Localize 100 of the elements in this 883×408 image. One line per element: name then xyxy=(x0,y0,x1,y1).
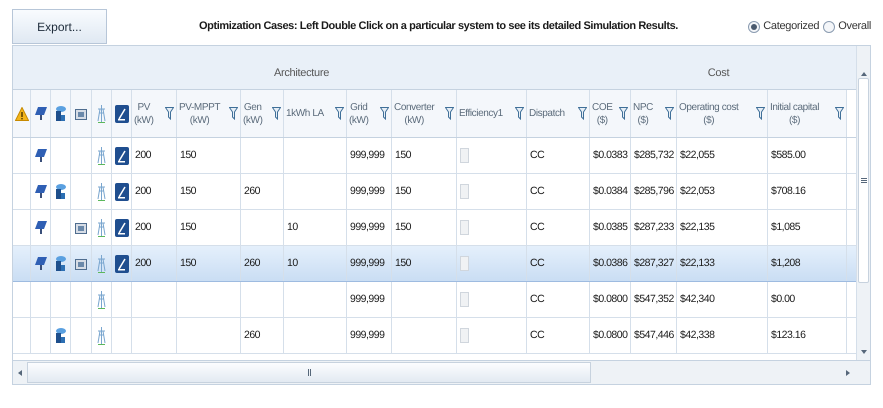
table-cell-text: 999,999 xyxy=(350,184,384,199)
power-tower-icon xyxy=(97,182,106,200)
table-cell-text: 150 xyxy=(395,184,412,199)
filter-icon[interactable] xyxy=(229,107,238,120)
solar-panel-icon xyxy=(34,107,46,120)
filter-icon[interactable] xyxy=(756,107,765,120)
view-radio[interactable]: Categorized xyxy=(748,18,820,35)
table-cell-text: $22,053 xyxy=(680,184,714,199)
table-cell-text: $22,133 xyxy=(680,256,714,271)
scroll-thumb[interactable] xyxy=(858,78,869,283)
result-row[interactable]: 200 150 260 10 999,999 150 CC $0.0386 $287,327 $22,133 $1,208 xyxy=(13,246,856,282)
instruction-text: Optimization Cases: Left Double Click on a particular system to see its detailed Simulation Results. xyxy=(199,19,678,34)
generator-icon xyxy=(55,106,66,121)
converter-icon xyxy=(114,182,128,200)
export-button[interactable]: Export... xyxy=(12,9,107,44)
filter-icon[interactable] xyxy=(578,107,587,120)
generator-icon xyxy=(55,256,66,271)
result-row[interactable]: 999,999 CC $0.0800 $547,352 $42,340 $0.00 xyxy=(13,282,856,318)
efficiency-checkbox[interactable] xyxy=(460,256,469,271)
result-row[interactable]: 200 150 260 999,999 150 CC $0.0384 $285,796 $22,053 $708.16 xyxy=(13,174,856,210)
filter-icon[interactable] xyxy=(335,107,344,120)
table-cell-text: $287,233 xyxy=(634,220,674,235)
converter-icon xyxy=(114,254,128,272)
table-cell-text: 150 xyxy=(180,148,196,163)
efficiency-checkbox[interactable] xyxy=(460,292,469,307)
battery-icon xyxy=(75,108,87,120)
power-tower-icon xyxy=(97,104,106,122)
result-row[interactable]: 200 150 999,999 150 CC $0.0383 $285,732 $22,055 $585.00 xyxy=(13,138,856,174)
table-cell-text: $0.0384 xyxy=(593,184,628,199)
filter-icon[interactable] xyxy=(272,107,281,120)
table-cell-text: $22,135 xyxy=(680,220,714,235)
efficiency-checkbox[interactable] xyxy=(460,184,469,199)
scroll-down-icon[interactable] xyxy=(860,350,866,354)
converter-icon xyxy=(114,218,128,236)
table-cell-text: $547,446 xyxy=(634,328,674,343)
table-cell-text: $285,732 xyxy=(634,148,674,163)
table-cell-text: $0.0386 xyxy=(593,256,628,271)
scroll-left-icon[interactable] xyxy=(18,370,22,376)
table-cell-text: 200 xyxy=(135,220,152,235)
table-cell-text: $547,352 xyxy=(634,292,674,307)
filter-icon[interactable] xyxy=(835,107,844,120)
filter-icon[interactable] xyxy=(380,107,389,120)
table-cell-text: 999,999 xyxy=(350,148,384,163)
filter-icon[interactable] xyxy=(619,107,628,120)
solar-panel-icon xyxy=(34,149,46,162)
scroll-up-icon[interactable] xyxy=(860,72,866,76)
table-cell-text: 999,999 xyxy=(350,328,384,343)
table-cell-text: 150 xyxy=(180,220,196,235)
efficiency-checkbox[interactable] xyxy=(460,328,469,343)
column-header[interactable]: Dispatch xyxy=(529,107,565,120)
grip-icon xyxy=(308,369,310,376)
vertical-scrollbar[interactable] xyxy=(856,46,870,360)
power-tower-icon xyxy=(97,326,106,344)
filter-icon[interactable] xyxy=(445,107,454,120)
table-cell-text: $42,340 xyxy=(680,292,714,307)
table-cell-text: 200 xyxy=(135,256,152,271)
scroll-right-icon[interactable] xyxy=(846,370,850,376)
column-group-header: Architecture xyxy=(274,66,330,80)
scroll-thumb[interactable] xyxy=(27,362,591,383)
table-cell-text: 150 xyxy=(180,256,196,271)
table-cell-text: 200 xyxy=(135,148,152,163)
filter-icon[interactable] xyxy=(165,107,174,120)
table-cell-text: 150 xyxy=(395,256,412,271)
efficiency-checkbox[interactable] xyxy=(460,220,469,235)
table-cell-text: 999,999 xyxy=(350,256,384,271)
result-row[interactable]: 260 999,999 CC $0.0800 $547,446 $42,338 $123.16 xyxy=(13,318,856,354)
table-cell-text: 999,999 xyxy=(350,292,384,307)
generator-icon xyxy=(55,328,66,343)
solar-panel-icon xyxy=(34,257,46,270)
table-cell-text: 260 xyxy=(244,256,260,271)
converter-icon xyxy=(114,104,128,122)
table-cell-text: $0.0800 xyxy=(593,292,628,307)
table-cell-text: $0.0383 xyxy=(593,148,628,163)
table-cell-text: $1,208 xyxy=(771,256,800,271)
table-cell-text: CC xyxy=(530,220,544,235)
table-cell-text: 260 xyxy=(244,184,260,199)
table-cell-text: $42,338 xyxy=(680,328,714,343)
efficiency-checkbox[interactable] xyxy=(460,148,469,163)
table-cell-text: 150 xyxy=(180,184,196,199)
table-cell-text: 150 xyxy=(395,148,412,163)
table-cell-text: $0.00 xyxy=(771,292,795,307)
table-cell-text: 260 xyxy=(244,328,260,343)
battery-icon xyxy=(75,222,87,234)
warning-icon xyxy=(14,106,28,120)
table-cell-text: CC xyxy=(530,184,544,199)
table-cell-text: CC xyxy=(530,328,544,343)
column-header[interactable]: 1kWh LA xyxy=(286,107,324,120)
view-radio[interactable]: Overall xyxy=(823,18,871,35)
table-cell-text: $285,796 xyxy=(634,184,674,199)
horizontal-scrollbar[interactable] xyxy=(13,360,870,384)
filter-icon[interactable] xyxy=(515,107,524,120)
table-cell-text: $22,055 xyxy=(680,148,714,163)
table-cell-text: 10 xyxy=(287,256,298,271)
filter-icon[interactable] xyxy=(665,107,674,120)
table-cell-text: $0.0385 xyxy=(593,220,628,235)
result-row[interactable]: 200 150 10 999,999 150 CC $0.0385 $287,233 $22,135 $1,085 xyxy=(13,210,856,246)
column-header[interactable]: Efficiency1 xyxy=(459,107,503,120)
table-cell-text: $0.0800 xyxy=(593,328,628,343)
battery-icon xyxy=(75,258,87,270)
power-tower-icon xyxy=(97,218,106,236)
